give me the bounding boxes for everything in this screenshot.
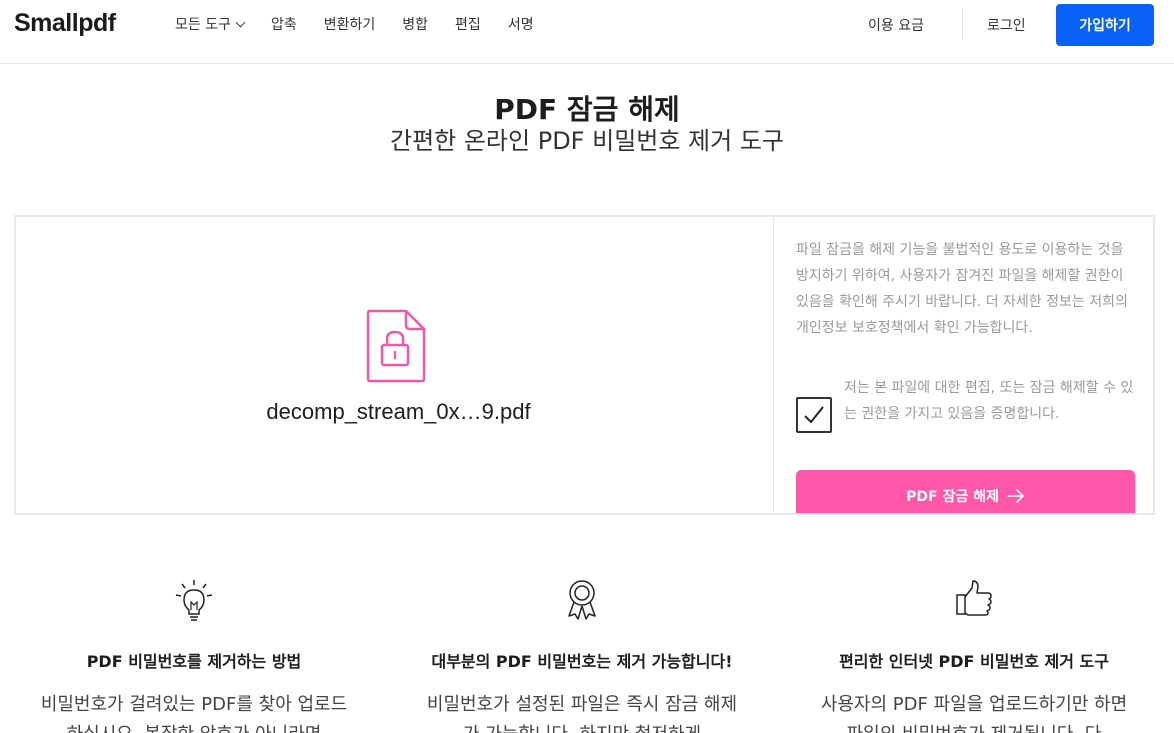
login-link[interactable]: 로그인 xyxy=(987,15,1026,35)
nav-compress[interactable]: 압축 xyxy=(271,14,297,34)
feature-title: 대부분의 PDF 비밀번호는 제거 가능합니다! xyxy=(431,652,733,671)
nav-all-tools[interactable]: 모든 도구 xyxy=(175,14,246,34)
unlock-pdf-button-label: PDF 잠금 해제 xyxy=(906,489,999,505)
feature-most-removable: 대부분의 PDF 비밀번호는 제거 가능합니다! 비밀번호가 설정된 파일은 즉… xyxy=(402,578,762,733)
nav-sign[interactable]: 서명 xyxy=(508,14,534,34)
feature-body: 비밀번호가 설정된 파일은 즉시 잠금 해제가 가능합니다. 하지만 철저하게 xyxy=(426,694,738,733)
unlock-pdf-button[interactable]: PDF 잠금 해제 xyxy=(796,470,1135,513)
unlock-tool-panel: decomp_stream_0x…9.pdf 파일 잠금을 해제 기능을 불법적… xyxy=(14,215,1155,515)
feature-title: PDF 비밀번호를 제거하는 방법 xyxy=(86,652,302,671)
feature-title: 편리한 인터넷 PDF 비밀번호 제거 도구 xyxy=(839,652,1109,671)
smallpdf-logo[interactable]: Smallpdf xyxy=(14,9,116,38)
rights-confirm-label[interactable]: 저는 본 파일에 대한 편집, 또는 잠금 해제할 수 있는 권한을 가지고 있… xyxy=(844,375,1144,427)
page-subtitle: 간편한 온라인 PDF 비밀번호 제거 도구 xyxy=(389,127,785,155)
file-preview-area: decomp_stream_0x…9.pdf xyxy=(16,217,774,513)
legal-notice: 파일 잠금을 해제 기능을 불법적인 용도로 이용하는 것을 방지하기 위하여,… xyxy=(796,242,1128,336)
file-name: decomp_stream_0x…9.pdf xyxy=(266,399,531,424)
feature-how-to: PDF 비밀번호를 제거하는 방법 비밀번호가 걸려있는 PDF를 찾아 업로드… xyxy=(14,578,374,733)
arrow-right-icon xyxy=(1007,489,1024,503)
rights-confirm-checkbox[interactable] xyxy=(796,397,832,433)
nav-edit[interactable]: 편집 xyxy=(455,14,481,34)
signup-button[interactable]: 가입하기 xyxy=(1056,4,1154,46)
header-divider xyxy=(962,9,963,40)
locked-file-icon xyxy=(366,309,426,383)
feature-convenient-tool: 편리한 인터넷 PDF 비밀번호 제거 도구 사용자의 PDF 파일을 업로드하… xyxy=(794,578,1154,733)
feature-body: 사용자의 PDF 파일을 업로드하기만 하면 파일의 비밀번호가 제거됩니다. … xyxy=(820,694,1128,733)
lightbulb-icon xyxy=(175,580,213,621)
nav-all-tools-label: 모든 도구 xyxy=(175,17,231,33)
checkmark-icon xyxy=(804,406,824,424)
chevron-down-icon xyxy=(235,17,246,27)
feature-body: 비밀번호가 걸려있는 PDF를 찾아 업로드하십시오. 복잡한 암호가 아니라면 xyxy=(40,694,348,733)
unlock-options-panel: 파일 잠금을 해제 기능을 불법적인 용도로 이용하는 것을 방지하기 위하여,… xyxy=(773,217,1153,513)
pricing-link[interactable]: 이용 요금 xyxy=(868,15,924,35)
award-icon xyxy=(568,580,596,620)
nav-merge[interactable]: 병합 xyxy=(402,14,428,34)
nav-convert[interactable]: 변환하기 xyxy=(324,14,376,34)
top-header: Smallpdf 모든 도구 압축 변환하기 병합 편집 서명 이용 요금 로그… xyxy=(0,0,1174,64)
main-nav: 모든 도구 압축 변환하기 병합 편집 서명 xyxy=(175,0,561,48)
thumbs-up-icon xyxy=(956,580,992,616)
